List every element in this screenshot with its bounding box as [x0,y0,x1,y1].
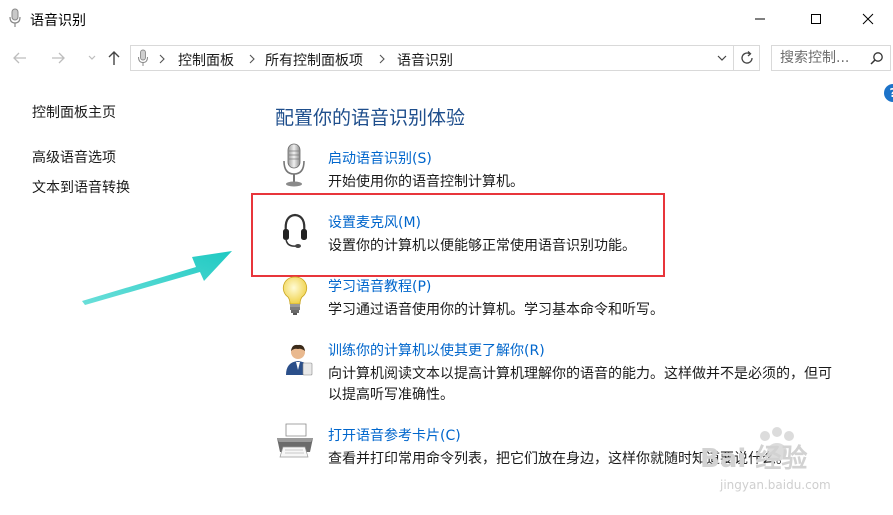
window-title: 语音识别 [30,13,86,29]
microphone-icon [283,143,305,187]
arrow-left-icon [13,52,26,64]
address-bar[interactable]: 控制面板 所有控制面板项 语音识别 [130,45,734,71]
setup-microphone-desc: 设置你的计算机以便能够正常使用语音识别功能。 [328,238,636,254]
watermark-url: jingyan.baidu.com [720,478,831,492]
refresh-icon [740,51,753,64]
help-button[interactable]: ? [884,84,893,102]
breadcrumb-separator-icon [249,54,255,64]
control-panel-home-link[interactable]: 控制面板主页 [32,102,116,122]
speech-tutorial-desc: 学习通过语音使用你的计算机。学习基本命令和听写。 [328,302,664,318]
search-box[interactable] [771,45,891,71]
watermark-brand: Bai 经验 [700,444,808,474]
train-computer-desc-line2: 以提高听写准确性。 [328,387,454,403]
recent-locations-button[interactable] [80,46,104,70]
advanced-speech-options-link[interactable]: 高级语音选项 [32,147,116,167]
start-speech-recognition-desc: 开始使用你的语音控制计算机。 [328,174,524,190]
start-speech-recognition-link[interactable]: 启动语音识别(S) [328,148,432,168]
page-title: 配置你的语音识别体验 [275,107,466,129]
back-button[interactable] [8,46,32,70]
title-bar: 语音识别 [0,0,893,38]
help-icon: ? [890,86,893,100]
maximize-icon [811,14,821,24]
close-icon [862,13,874,25]
breadcrumb-separator-icon [379,54,385,64]
microphone-app-icon [9,8,21,27]
annotation-arrow-icon [82,251,232,305]
maximize-button[interactable] [793,0,839,38]
breadcrumb-control-panel[interactable]: 控制面板 [178,50,234,70]
microphone-icon [138,49,148,66]
breadcrumb-all-items[interactable]: 所有控制面板项 [265,50,363,70]
headset-icon [283,213,307,248]
arrow-right-icon [52,52,65,64]
search-icon[interactable] [870,51,884,65]
printer-icon [277,423,313,458]
lightbulb-icon [282,276,308,315]
setup-microphone-link[interactable]: 设置麦克风(M) [328,212,421,232]
train-computer-desc-line1: 向计算机阅读文本以提高计算机理解你的语音的能力。这样做并不是必须的，但可 [328,366,832,382]
arrow-up-icon [108,51,120,65]
minimize-button[interactable] [737,0,783,38]
train-computer-link[interactable]: 训练你的计算机以使其更了解你(R) [328,340,545,360]
watermark: Bai 经验 jingyan.baidu.com [700,420,890,510]
minimize-icon [755,18,765,20]
user-train-icon [286,344,313,376]
speech-tutorial-link[interactable]: 学习语音教程(P) [328,276,431,296]
breadcrumb-separator-icon [159,54,165,64]
forward-button[interactable] [46,46,70,70]
chevron-down-icon [88,55,96,60]
up-button[interactable] [102,46,126,70]
refresh-button[interactable] [734,45,760,71]
chevron-down-icon[interactable] [715,51,729,65]
close-button[interactable] [845,0,891,38]
text-to-speech-link[interactable]: 文本到语音转换 [32,177,130,197]
highlight-box [251,193,665,277]
search-input[interactable] [772,46,872,70]
speech-reference-card-link[interactable]: 打开语音参考卡片(C) [328,425,461,445]
breadcrumb-speech-recognition[interactable]: 语音识别 [397,50,453,70]
